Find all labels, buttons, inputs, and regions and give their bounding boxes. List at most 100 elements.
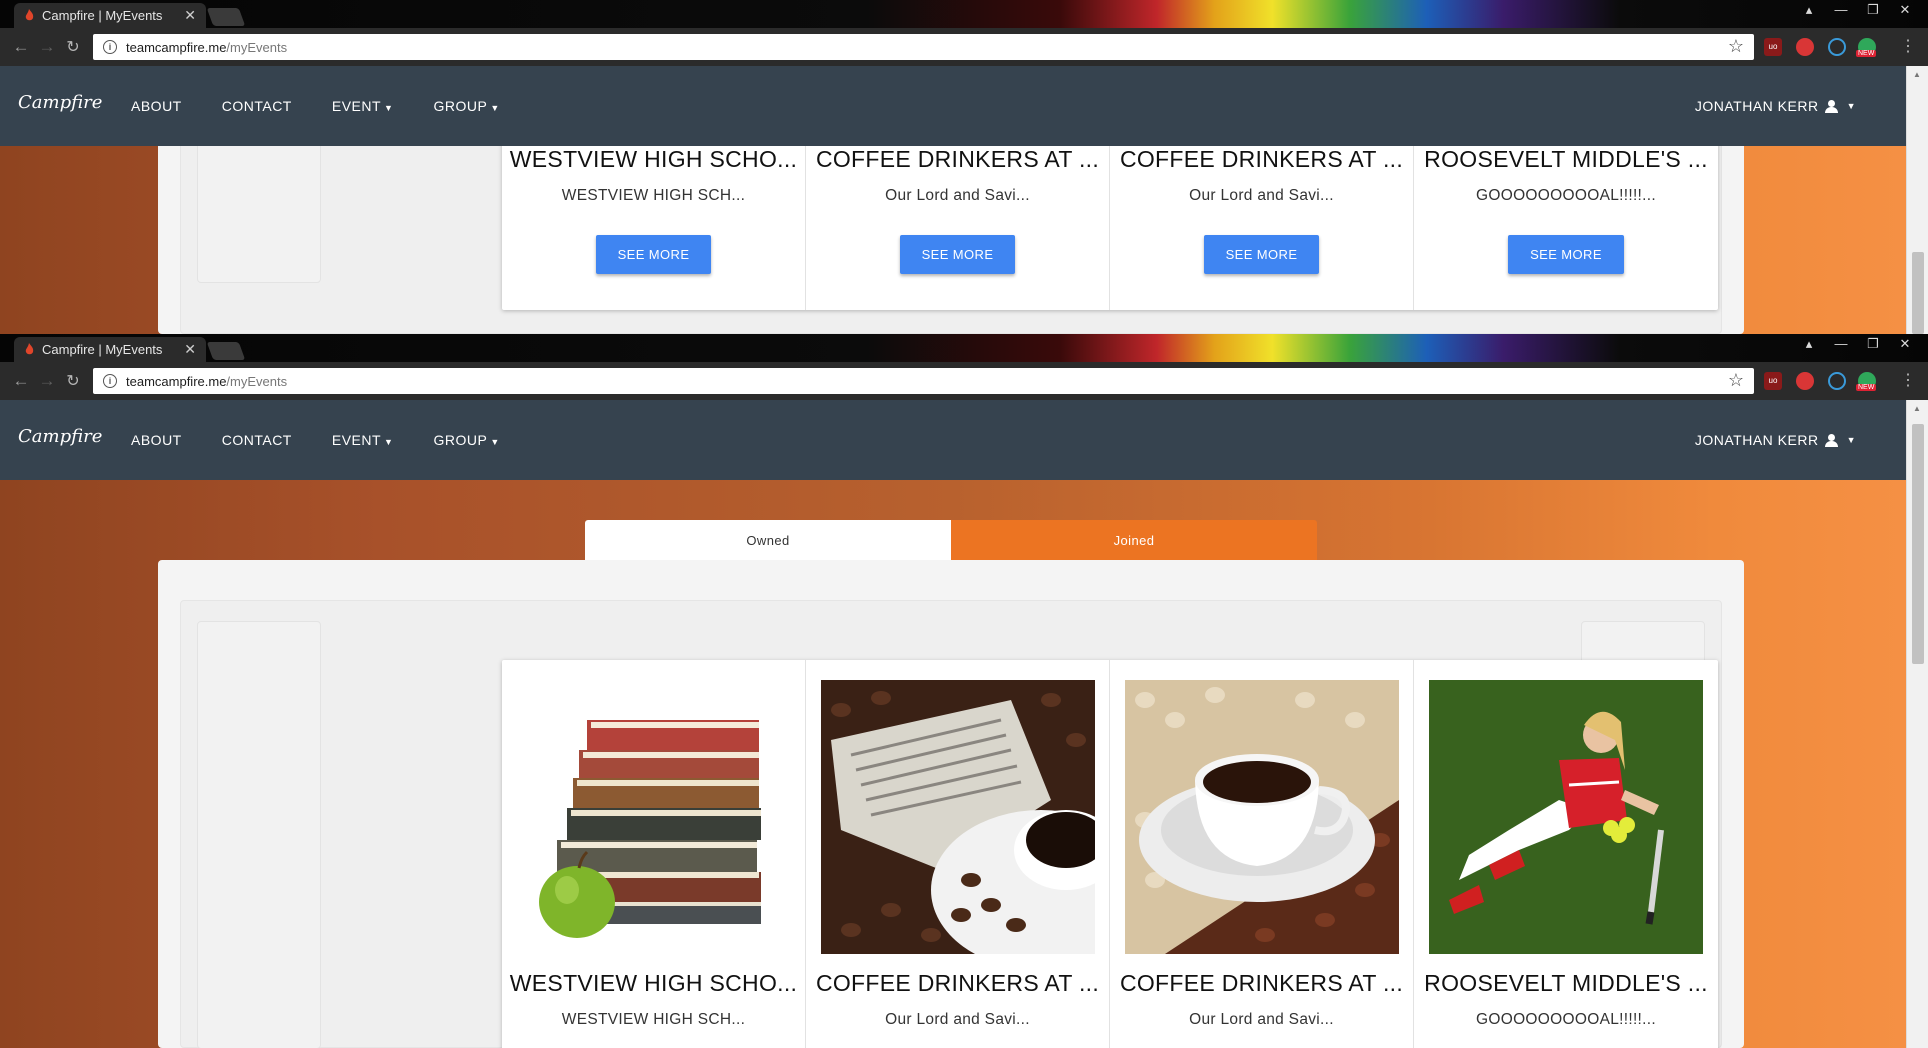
- event-description: WESTVIEW HIGH SCH...: [561, 1011, 746, 1028]
- nav-about[interactable]: ABOUT: [131, 98, 182, 114]
- owned-joined-toggle: Owned Joined: [585, 520, 1317, 560]
- nav-contact[interactable]: CONTACT: [222, 98, 292, 114]
- minimize-button[interactable]: —: [1832, 2, 1850, 18]
- browser-toolbar: ← → ↻ i teamcampfire.me/myEvents ☆ uo NE…: [0, 28, 1928, 66]
- caret-down-icon: ▼: [384, 437, 394, 447]
- screenshot-root: Campfire | MyEvents ✕ ▴ — ❐ ✕ ← → ↻ i te…: [0, 0, 1928, 1048]
- event-description: Our Lord and Savi...: [885, 187, 1030, 204]
- url-path: /myEvents: [226, 39, 288, 55]
- left-side-block: [197, 621, 321, 1048]
- blue-extension-icon[interactable]: [1828, 372, 1846, 390]
- tab-close-icon[interactable]: ✕: [184, 341, 196, 358]
- browser-menu-icon[interactable]: ⋮: [1900, 36, 1916, 56]
- campfire-favicon-icon: [25, 343, 34, 355]
- scroll-thumb[interactable]: [1912, 252, 1924, 334]
- ublock-extension-icon[interactable]: uo: [1764, 38, 1782, 56]
- nav-group-label: GROUP: [433, 98, 488, 114]
- nav-links: ABOUT CONTACT EVENT ▼ GROUP ▼: [131, 400, 500, 480]
- user-menu[interactable]: JONATHAN KERR ▼: [1695, 66, 1856, 146]
- profile-icon[interactable]: ▴: [1800, 336, 1818, 352]
- event-card: COFFEE DRINKERS AT ... Our Lord and Savi…: [806, 660, 1110, 1048]
- back-arrow-icon[interactable]: ←: [8, 37, 34, 57]
- see-more-button[interactable]: SEE MORE: [1203, 235, 1320, 274]
- event-description: Our Lord and Savi...: [1189, 1011, 1334, 1028]
- forward-arrow-icon[interactable]: →: [34, 371, 60, 391]
- see-more-button[interactable]: SEE MORE: [899, 235, 1016, 274]
- red-extension-icon[interactable]: [1796, 372, 1814, 390]
- new-tab-button[interactable]: [206, 8, 246, 26]
- event-description: Our Lord and Savi...: [1189, 187, 1334, 204]
- user-name: JONATHAN KERR: [1694, 98, 1819, 114]
- brand-logo[interactable]: Campfire: [18, 92, 102, 113]
- page-scrollbar[interactable]: ▲: [1906, 66, 1928, 334]
- event-cards: WESTVIEW HIGH SCHO... WESTVIEW HIGH SCH.…: [502, 660, 1718, 1048]
- user-menu[interactable]: JONATHAN KERR ▼: [1695, 400, 1856, 480]
- see-more-button[interactable]: SEE MORE: [595, 235, 712, 274]
- nav-event-dropdown[interactable]: EVENT ▼: [332, 432, 394, 448]
- back-arrow-icon[interactable]: ←: [8, 371, 34, 391]
- browser-toolbar: ← → ↻ i teamcampfire.me/myEvents ☆ uo NE…: [0, 362, 1928, 400]
- bookmark-star-icon[interactable]: ☆: [1728, 36, 1744, 57]
- browser-tab[interactable]: Campfire | MyEvents ✕: [14, 3, 206, 28]
- url-host: teamcampfire.me: [126, 373, 227, 389]
- event-title: COFFEE DRINKERS AT ...: [815, 146, 1100, 172]
- books-apple-image[interactable]: [516, 680, 791, 954]
- event-card: WESTVIEW HIGH SCHO... WESTVIEW HIGH SCH.…: [502, 660, 806, 1048]
- url-host: teamcampfire.me: [126, 39, 227, 55]
- restore-button[interactable]: ❐: [1864, 2, 1882, 18]
- see-more-button[interactable]: SEE MORE: [1508, 235, 1624, 274]
- extension-new-badge: NEW: [1856, 50, 1877, 57]
- profile-icon[interactable]: ▴: [1800, 2, 1818, 18]
- tab-close-icon[interactable]: ✕: [184, 7, 196, 24]
- minimize-button[interactable]: —: [1832, 336, 1850, 352]
- red-extension-icon[interactable]: [1796, 38, 1814, 56]
- address-bar[interactable]: i teamcampfire.me/myEvents ☆: [93, 368, 1754, 394]
- event-title: ROOSEVELT MIDDLE'S ...: [1424, 146, 1708, 172]
- new-tab-button[interactable]: [206, 342, 246, 360]
- page-scrollbar[interactable]: ▲: [1906, 400, 1928, 1048]
- event-description: WESTVIEW HIGH SCH...: [561, 187, 746, 204]
- reload-icon[interactable]: ↻: [60, 37, 86, 57]
- info-icon[interactable]: i: [103, 40, 117, 54]
- owned-tab[interactable]: Owned: [585, 520, 951, 560]
- close-window-button[interactable]: ✕: [1896, 336, 1914, 352]
- event-title: ROOSEVELT MIDDLE'S ...: [1424, 970, 1708, 996]
- scroll-up-icon[interactable]: ▲: [1913, 404, 1921, 413]
- brand-logo[interactable]: Campfire: [18, 426, 102, 447]
- extension-new-badge: NEW: [1856, 384, 1877, 391]
- close-window-button[interactable]: ✕: [1896, 2, 1914, 18]
- browser-window-top: Campfire | MyEvents ✕ ▴ — ❐ ✕ ← → ↻ i te…: [0, 0, 1928, 334]
- user-icon: [1824, 433, 1838, 447]
- nav-links: ABOUT CONTACT EVENT ▼ GROUP ▼: [131, 66, 500, 146]
- page-viewport: Campfire ABOUT CONTACT EVENT ▼ GROUP ▼ JON…: [0, 400, 1906, 1048]
- scroll-up-icon[interactable]: ▲: [1913, 70, 1921, 79]
- reload-icon[interactable]: ↻: [60, 371, 86, 391]
- coffee-newspaper-image[interactable]: [820, 680, 1095, 954]
- address-bar[interactable]: i teamcampfire.me/myEvents ☆: [93, 34, 1754, 60]
- nav-contact[interactable]: CONTACT: [222, 432, 292, 448]
- title-bar: Campfire | MyEvents ✕ ▴ — ❐ ✕: [0, 0, 1928, 28]
- nav-group-dropdown[interactable]: GROUP ▼: [433, 432, 499, 448]
- nav-group-dropdown[interactable]: GROUP ▼: [433, 98, 499, 114]
- event-card: ROOSEVELT MIDDLE'S ... GOOOOOOOOOAL!!!!!…: [1414, 660, 1718, 1048]
- bookmark-star-icon[interactable]: ☆: [1728, 370, 1744, 391]
- caret-down-icon: ▼: [1846, 435, 1856, 445]
- caret-down-icon: ▼: [490, 437, 500, 447]
- restore-button[interactable]: ❐: [1864, 336, 1882, 352]
- softball-player-image[interactable]: [1429, 680, 1703, 954]
- blue-extension-icon[interactable]: [1828, 38, 1846, 56]
- event-description: GOOOOOOOOOAL!!!!!...: [1476, 1011, 1656, 1028]
- ublock-extension-icon[interactable]: uo: [1764, 372, 1782, 390]
- browser-tab[interactable]: Campfire | MyEvents ✕: [14, 337, 206, 362]
- joined-tab[interactable]: Joined: [951, 520, 1317, 560]
- nav-event-dropdown[interactable]: EVENT ▼: [332, 98, 394, 114]
- coffee-beans-cup-image[interactable]: [1124, 680, 1399, 954]
- info-icon[interactable]: i: [103, 374, 117, 388]
- scroll-thumb[interactable]: [1912, 424, 1924, 664]
- nav-group-label: GROUP: [433, 432, 488, 448]
- event-title: COFFEE DRINKERS AT ...: [1119, 970, 1404, 996]
- tab-title: Campfire | MyEvents: [42, 342, 163, 357]
- browser-menu-icon[interactable]: ⋮: [1900, 370, 1916, 390]
- nav-about[interactable]: ABOUT: [131, 432, 182, 448]
- forward-arrow-icon[interactable]: →: [34, 37, 60, 57]
